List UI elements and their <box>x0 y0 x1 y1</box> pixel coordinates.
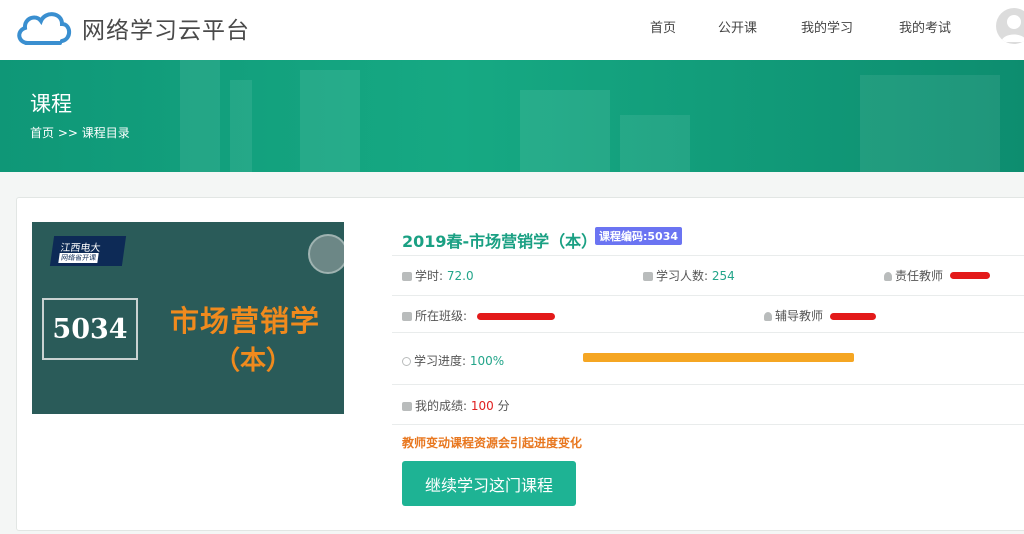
cover-badge-school: 江西电大 <box>59 243 102 254</box>
hours-value: 72.0 <box>446 269 474 283</box>
banner-book-decoration <box>300 70 360 172</box>
score-value: 100 <box>470 399 494 413</box>
hours-label: 学时: <box>415 269 447 283</box>
nav-home[interactable]: 首页 <box>650 17 676 36</box>
banner-book-decoration <box>860 75 1000 172</box>
info-row-class: 所在班级: 辅导教师 <box>392 295 1024 332</box>
score-label: 我的成绩: <box>415 399 471 413</box>
class-label: 所在班级: <box>415 309 468 323</box>
breadcrumb-separator: >> <box>57 126 78 140</box>
group-icon <box>402 312 412 321</box>
page-title: 课程 <box>30 92 72 116</box>
user-icon <box>764 312 772 321</box>
redaction-mark <box>950 272 990 279</box>
info-row-score: 我的成绩: 100 分 <box>392 384 1024 424</box>
progress-warning-notice: 教师变动课程资源会引起进度变化 <box>402 436 583 450</box>
score-info: 我的成绩: 100 分 <box>402 397 510 414</box>
progress-info: 学习进度: 100% <box>402 352 504 369</box>
banner-book-decoration <box>620 115 690 172</box>
cover-school-badge: 江西电大 网络省开课 <box>49 236 127 266</box>
banner-book-decoration <box>230 80 252 172</box>
school-seal-icon <box>308 234 344 274</box>
teacher-info: 责任教师 <box>884 267 943 284</box>
breadcrumb: 首页 >> 课程目录 <box>30 124 130 141</box>
progress-bar <box>583 353 854 362</box>
class-info: 所在班级: <box>402 307 467 324</box>
progress-value: 100% <box>469 354 505 368</box>
nav-my-exam[interactable]: 我的考试 <box>899 17 951 36</box>
learners-value: 254 <box>711 269 735 283</box>
user-icon <box>884 272 892 281</box>
info-row-stats: 学时: 72.0 学习人数: 254 责任教师 <box>392 255 1024 295</box>
teacher-label: 责任教师 <box>895 269 944 283</box>
course-code-badge: 课程编码:5034 <box>595 227 683 245</box>
breadcrumb-home[interactable]: 首页 <box>30 126 54 140</box>
brand-title[interactable]: 网络学习云平台 <box>82 11 250 45</box>
cover-course-title: 市场营销学 <box>170 304 321 338</box>
redaction-mark <box>477 313 555 320</box>
top-navbar: 网络学习云平台 首页 公开课 我的学习 我的考试 <box>0 0 1024 60</box>
learners-label: 学习人数: <box>656 269 712 283</box>
user-avatar-icon <box>1001 15 1024 42</box>
user-avatar[interactable] <box>996 8 1024 44</box>
cloud-logo-icon <box>17 12 72 45</box>
users-icon <box>402 402 412 411</box>
nav-my-study[interactable]: 我的学习 <box>801 17 853 36</box>
banner-book-decoration <box>520 90 610 172</box>
hours-info: 学时: 72.0 <box>402 267 474 284</box>
course-title[interactable]: 2019春-市场营销学（本） <box>402 228 597 252</box>
users-icon <box>643 272 653 281</box>
score-unit: 分 <box>493 399 510 413</box>
nav-open-course[interactable]: 公开课 <box>718 17 757 36</box>
redaction-mark <box>830 313 876 320</box>
divider <box>392 424 1024 425</box>
cover-course-code: 5034 <box>42 298 138 360</box>
continue-learning-button[interactable]: 继续学习这门课程 <box>402 461 576 506</box>
page-banner: 课程 首页 >> 课程目录 <box>0 60 1024 172</box>
progress-label: 学习进度: <box>414 354 470 368</box>
calendar-icon <box>402 272 412 281</box>
course-cover-image[interactable]: 江西电大 网络省开课 5034 市场营销学 （本） <box>32 222 344 414</box>
cover-badge-type: 网络省开课 <box>58 253 99 263</box>
banner-book-decoration <box>180 60 220 172</box>
breadcrumb-current[interactable]: 课程目录 <box>82 126 130 140</box>
cover-course-subtitle: （本） <box>214 346 293 376</box>
learners-info: 学习人数: 254 <box>643 267 735 284</box>
clock-icon <box>402 357 411 366</box>
tutor-label: 辅导教师 <box>775 309 824 323</box>
tutor-info: 辅导教师 <box>764 307 823 324</box>
